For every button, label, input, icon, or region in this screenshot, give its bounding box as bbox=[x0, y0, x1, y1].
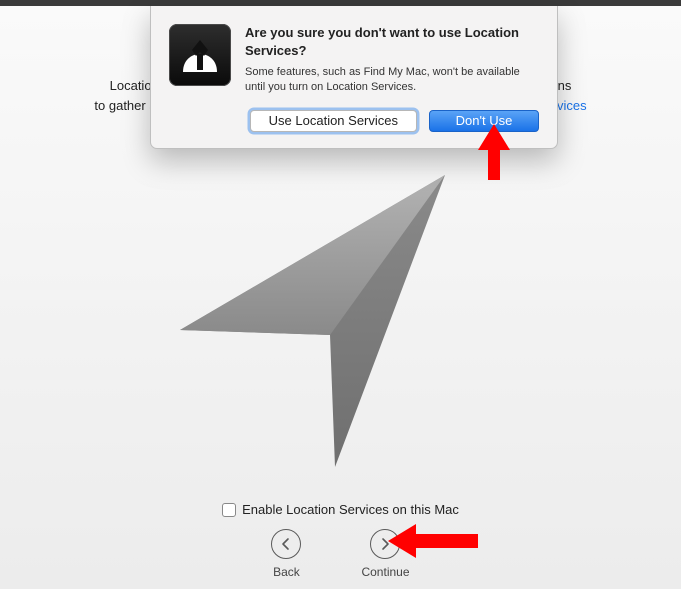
back-label: Back bbox=[273, 565, 300, 579]
continue-button[interactable]: Continue bbox=[361, 529, 409, 579]
enable-location-label: Enable Location Services on this Mac bbox=[242, 502, 459, 517]
enable-location-checkbox-row[interactable]: Enable Location Services on this Mac bbox=[0, 502, 681, 517]
setup-assistant-icon bbox=[169, 24, 231, 86]
use-location-services-button[interactable]: Use Location Services bbox=[250, 110, 417, 132]
back-arrow-icon bbox=[271, 529, 301, 559]
continue-arrow-icon bbox=[370, 529, 400, 559]
back-button[interactable]: Back bbox=[271, 529, 301, 579]
location-arrow-graphic bbox=[170, 170, 490, 470]
confirmation-dialog: Are you sure you don't want to use Locat… bbox=[150, 6, 558, 149]
navigation-buttons: Back Continue bbox=[0, 529, 681, 579]
dont-use-button[interactable]: Don't Use bbox=[429, 110, 539, 132]
dialog-title: Are you sure you don't want to use Locat… bbox=[245, 24, 539, 59]
continue-label: Continue bbox=[361, 565, 409, 579]
enable-location-checkbox[interactable] bbox=[222, 503, 236, 517]
dialog-body: Some features, such as Find My Mac, won'… bbox=[245, 65, 539, 96]
